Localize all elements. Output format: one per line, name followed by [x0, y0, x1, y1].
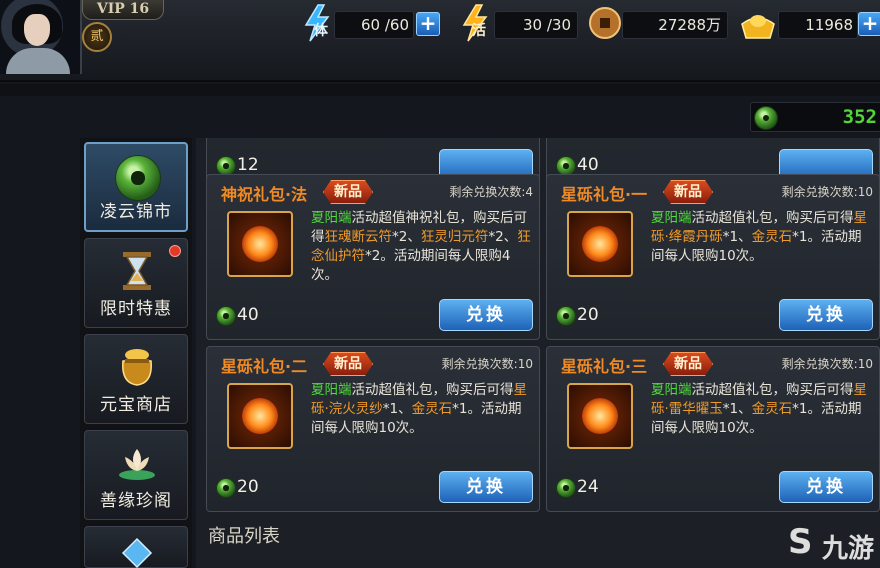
flame-gem-icon — [242, 398, 278, 434]
card-price: 24 — [577, 477, 599, 497]
jade-coin-icon — [217, 479, 235, 497]
rank-badge: 贰 — [82, 22, 112, 52]
jade-balance-value: 352 — [842, 106, 877, 128]
remaining-count: 剩余兑换次数:4 — [449, 185, 533, 199]
jade-coin-icon — [557, 307, 575, 325]
card-description: 夏阳端活动超值礼包，购买后可得星砾·雷华曜玉*1、金灵石*1。活动期间每人限购1… — [651, 382, 867, 436]
card-price: 40 — [577, 155, 599, 175]
shop-divider — [0, 84, 880, 96]
exchange-button[interactable]: 兑换 — [439, 471, 533, 503]
jade-coin-icon — [217, 307, 235, 325]
card-title: 星砾礼包·三 — [561, 357, 648, 376]
vip-badge[interactable]: VIP 16 — [82, 0, 164, 20]
new-badge: 新品 — [663, 352, 713, 376]
add-stamina-button[interactable]: + — [416, 12, 440, 36]
hourglass-icon — [123, 252, 151, 290]
item-icon-frame[interactable] — [227, 211, 293, 277]
new-badge: 新品 — [323, 352, 373, 376]
card-description: 夏阳端活动超值礼包，购买后可得星砾·浣火灵纱*1、金灵石*1。活动期间每人限购1… — [311, 382, 527, 436]
nav-karma-pavilion[interactable]: 善缘珍阁 — [84, 430, 188, 520]
gold-ingot-icon — [741, 15, 775, 39]
lotus-icon — [119, 449, 155, 480]
card-price: 40 — [237, 305, 259, 325]
top-bar: VIP 16 贰 体 60 /60 + 活 30 /30 27288万 1196… — [0, 0, 880, 82]
card-price: 12 — [237, 155, 259, 175]
product-list-heading: 商品列表 — [208, 526, 280, 547]
vitality-value: 30 /30 — [494, 11, 578, 39]
jade-coin-icon — [217, 157, 235, 175]
nav-ingot-shop[interactable]: 元宝商店 — [84, 334, 188, 424]
diamond-icon — [121, 537, 153, 568]
exchange-button[interactable]: 兑换 — [779, 471, 873, 503]
remaining-count: 剩余兑换次数:10 — [441, 357, 533, 371]
exchange-button[interactable]: 兑换 — [439, 299, 533, 331]
avatar-face — [24, 14, 50, 46]
stamina-value: 60 /60 — [334, 11, 414, 39]
crystal-icon — [582, 226, 618, 262]
copper-value: 27288万 — [622, 11, 728, 39]
new-badge: 新品 — [663, 180, 713, 204]
nav-lingyun-market[interactable]: 凌云锦市 — [84, 142, 188, 232]
nav-label: 凌云锦市 — [100, 202, 172, 222]
avatar-robe — [6, 48, 70, 74]
player-avatar[interactable] — [0, 0, 82, 74]
card-price: 20 — [237, 477, 259, 497]
gift-card: 星砾礼包·二 新品 剩余兑换次数:10 夏阳端活动超值礼包，购买后可得星砾·浣火… — [206, 346, 540, 512]
treasure-pot-icon — [122, 349, 152, 386]
nav-limited-offer[interactable]: 限时特惠 — [84, 238, 188, 328]
card-title: 神祝礼包·法 — [221, 185, 308, 204]
notification-dot — [169, 245, 181, 257]
gold-value: 11968 — [778, 11, 858, 39]
watermark-text: 九游 — [822, 534, 875, 564]
remaining-count: 剩余兑换次数:10 — [781, 357, 873, 371]
thunder-jade-icon — [582, 398, 618, 434]
card-description: 夏阳端活动超值神祝礼包，购买后可得狂魂断云符*2、狂灵归元符*2、狂念仙护符*2… — [311, 210, 531, 283]
gift-card: 星砾礼包·一 新品 剩余兑换次数:10 夏阳端活动超值礼包，购买后可得星砾·绛霞… — [546, 174, 880, 340]
card-price: 20 — [577, 305, 599, 325]
jade-balance: 352 — [750, 102, 880, 132]
copper-coin-icon — [589, 7, 621, 39]
jade-coin-icon — [755, 107, 777, 129]
vitality-label: 活 — [472, 23, 486, 39]
nav-label: 善缘珍阁 — [100, 491, 172, 511]
jade-disc-icon — [116, 156, 160, 200]
item-icon-frame[interactable] — [567, 383, 633, 449]
nav-item-partial[interactable] — [84, 526, 188, 568]
item-icon-frame[interactable] — [227, 383, 293, 449]
stamina-label: 体 — [314, 23, 328, 39]
talisman-icon — [242, 226, 278, 262]
shop-content: 12 40 神祝礼包·法 新品 剩余兑换次数:4 夏阳端活动超值神祝礼包，购买后… — [196, 138, 880, 568]
nav-label: 元宝商店 — [100, 395, 172, 415]
item-icon-frame[interactable] — [567, 211, 633, 277]
gift-card: 星砾礼包·三 新品 剩余兑换次数:10 夏阳端活动超值礼包，购买后可得星砾·雷华… — [546, 346, 880, 512]
add-gold-button[interactable]: + — [858, 12, 880, 36]
jade-coin-icon — [557, 157, 575, 175]
watermark-logo: S — [788, 522, 813, 562]
card-title: 星砾礼包·一 — [561, 185, 648, 204]
remaining-count: 剩余兑换次数:10 — [781, 185, 873, 199]
nav-label: 限时特惠 — [100, 299, 172, 319]
jade-coin-icon — [557, 479, 575, 497]
gift-card: 神祝礼包·法 新品 剩余兑换次数:4 夏阳端活动超值神祝礼包，购买后可得狂魂断云… — [206, 174, 540, 340]
new-badge: 新品 — [323, 180, 373, 204]
exchange-button[interactable]: 兑换 — [779, 299, 873, 331]
site-watermark: S 九游 — [788, 522, 878, 564]
card-description: 夏阳端活动超值礼包，购买后可得星砾·绛霞丹砾*1、金灵石*1。活动期间每人限购1… — [651, 210, 867, 264]
card-title: 星砾礼包·二 — [221, 357, 308, 376]
